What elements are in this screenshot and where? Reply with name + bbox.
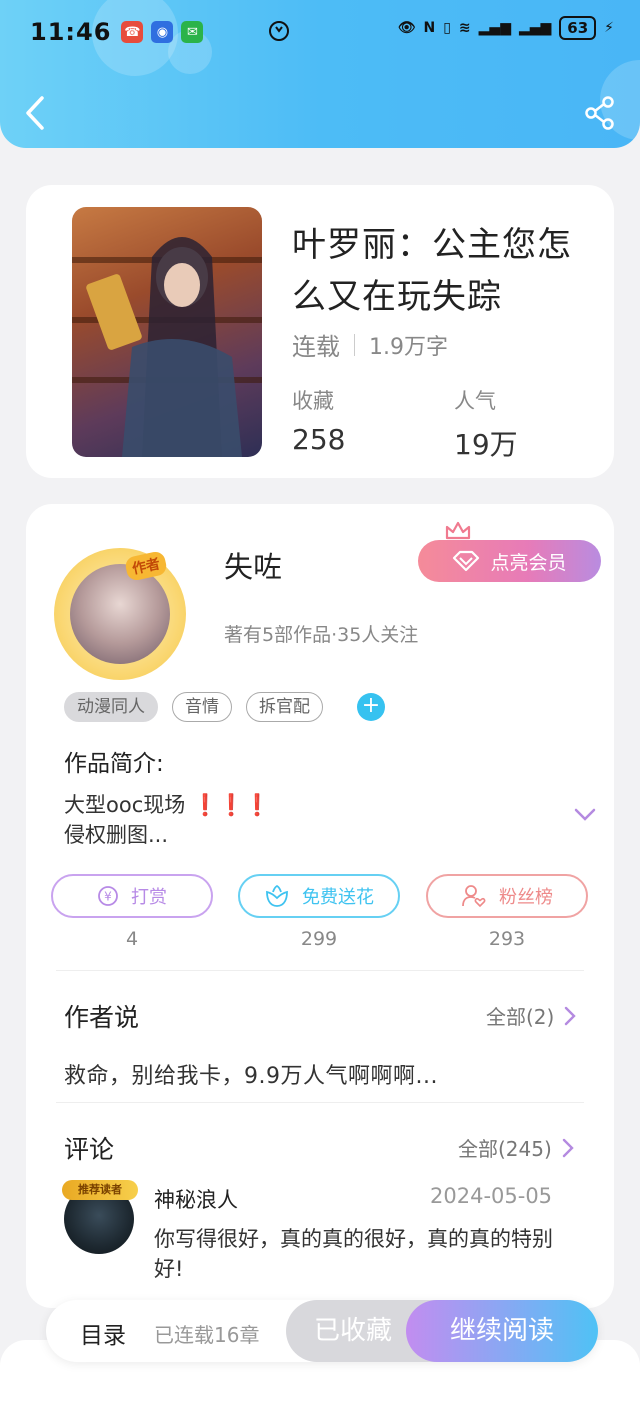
status-icons: 👁 N ▯ ≋ ▂▄▆ ▂▄▆ 63 ⚡ bbox=[398, 16, 614, 40]
exclamation-marks: ❗❗❗ bbox=[191, 793, 271, 817]
fans-rank-label: 粉丝榜 bbox=[499, 887, 553, 908]
book-title: 叶罗丽：公主您怎么又在玩失踪 bbox=[292, 225, 572, 317]
chevron-down-icon[interactable] bbox=[574, 808, 596, 822]
author-says-title: 作者说 bbox=[64, 1003, 140, 1032]
book-meta: 连载 1.9万字 bbox=[292, 327, 448, 362]
signal-4g-icon: ▂▄▆ bbox=[518, 20, 552, 36]
user-heart-icon bbox=[462, 885, 486, 908]
wifi-icon: ≋ bbox=[458, 20, 471, 36]
intro-text[interactable]: 大型ooc现场 ❗❗❗ 侵权删图... bbox=[64, 790, 270, 850]
intro-line-2: 侵权删图... bbox=[64, 823, 169, 847]
signal-4g-icon: ▂▄▆ bbox=[478, 20, 511, 36]
popularity-label: 人气 bbox=[454, 389, 496, 413]
tag-list: 动漫同人 音情 拆官配 + bbox=[64, 692, 385, 722]
status-time: 11:46 bbox=[30, 18, 112, 46]
coin-icon: ¥ bbox=[98, 886, 118, 906]
comments-more-link[interactable]: 全部(245) bbox=[458, 1133, 574, 1162]
popularity-count: 19万 bbox=[454, 428, 518, 461]
continue-reading-button[interactable]: 继续阅读 bbox=[406, 1300, 598, 1362]
vibrate-icon: ▯ bbox=[443, 20, 451, 36]
cover-figure bbox=[86, 237, 242, 457]
diamond-icon bbox=[453, 550, 480, 572]
chevron-right-icon bbox=[565, 1006, 577, 1025]
add-tag-icon[interactable]: + bbox=[357, 693, 385, 721]
author-says-more-label: 全部(2) bbox=[486, 1005, 555, 1029]
author-detail-card: 作者 失咗 著有5部作品·35人关注 点亮会员 动漫同人 音情 拆官配 + 作品… bbox=[26, 504, 614, 1308]
commenter-name[interactable]: 神秘浪人 bbox=[154, 1184, 238, 1214]
author-info: 著有5部作品·35人关注 bbox=[224, 624, 419, 646]
tag-item[interactable]: 动漫同人 bbox=[64, 692, 158, 722]
comments-more-label: 全部(245) bbox=[458, 1137, 552, 1161]
author-says-text[interactable]: 救命，别给我卡，9.9万人气啊啊啊... bbox=[64, 1058, 438, 1090]
notification-icons: ☎ ◉ ✉ bbox=[121, 21, 204, 43]
comments-title: 评论 bbox=[64, 1135, 115, 1164]
charging-icon: ⚡ bbox=[604, 20, 614, 36]
eye-icon: 👁 bbox=[397, 20, 416, 36]
intro-title: 作品简介: bbox=[64, 751, 164, 777]
author-badge: 作者 bbox=[123, 550, 169, 582]
toc-button[interactable]: 目录 bbox=[80, 1316, 126, 1350]
app-notification-icon: ◉ bbox=[151, 21, 174, 43]
data-saver-icon bbox=[269, 21, 289, 41]
collect-label: 收藏 bbox=[292, 389, 334, 413]
divider bbox=[56, 970, 584, 971]
commenter-badge: 推荐读者 bbox=[62, 1180, 138, 1200]
flower-count: 299 bbox=[300, 928, 338, 950]
status-bar: 11:46 ☎ ◉ ✉ 👁 N ▯ ≋ ▂▄▆ ▂▄▆ 63 ⚡ bbox=[0, 0, 640, 64]
divider bbox=[56, 1102, 584, 1103]
serial-status: 已连载16章 bbox=[154, 1323, 260, 1347]
flower-icon bbox=[266, 884, 288, 907]
battery-icon: 63 bbox=[559, 16, 597, 40]
book-info-card: 叶罗丽：公主您怎么又在玩失踪 连载 1.9万字 收藏 258 人气 19万 bbox=[26, 185, 614, 478]
author-says-more-link[interactable]: 全部(2) bbox=[486, 1001, 577, 1030]
word-count: 1.9万字 bbox=[369, 334, 448, 360]
chevron-right-icon bbox=[562, 1138, 574, 1157]
wechat-icon: ✉ bbox=[181, 21, 204, 43]
intro-line-1: 大型ooc现场 bbox=[64, 793, 186, 817]
nfc-icon: N bbox=[423, 20, 436, 36]
meta-divider bbox=[354, 333, 355, 356]
reward-button[interactable]: ¥ 打赏 bbox=[51, 874, 213, 918]
tag-item[interactable]: 音情 bbox=[172, 692, 232, 722]
reward-label: 打赏 bbox=[131, 887, 167, 908]
bottom-action-bar: 目录 已连载16章 已收藏 继续阅读 bbox=[46, 1300, 598, 1362]
reward-count: 4 bbox=[125, 928, 139, 950]
header: 11:46 ☎ ◉ ✉ 👁 N ▯ ≋ ▂▄▆ ▂▄▆ 63 ⚡ bbox=[0, 0, 640, 148]
back-icon[interactable] bbox=[20, 94, 52, 132]
send-flower-label: 免费送花 bbox=[302, 887, 374, 908]
phone-missed-icon: ☎ bbox=[121, 21, 144, 43]
author-name[interactable]: 失咗 bbox=[224, 544, 282, 586]
send-flower-button[interactable]: 免费送花 bbox=[238, 874, 400, 918]
tag-item[interactable]: 拆官配 bbox=[246, 692, 323, 722]
vip-button[interactable]: 点亮会员 bbox=[418, 540, 601, 582]
comment-date: 2024-05-05 bbox=[430, 1184, 553, 1208]
fans-count: 293 bbox=[488, 928, 526, 950]
book-cover[interactable] bbox=[72, 207, 262, 457]
author-avatar bbox=[70, 564, 170, 664]
svg-text:¥: ¥ bbox=[104, 890, 112, 904]
crown-icon bbox=[445, 521, 471, 540]
share-icon[interactable] bbox=[584, 96, 616, 130]
comment-text[interactable]: 你写得很好，真的真的很好，真的真的特别好! bbox=[154, 1224, 574, 1284]
fans-rank-button[interactable]: 粉丝榜 bbox=[426, 874, 588, 918]
author-avatar-frame[interactable]: 作者 bbox=[54, 548, 186, 680]
collect-count: 258 bbox=[292, 423, 346, 456]
vip-button-label: 点亮会员 bbox=[490, 551, 567, 574]
book-status: 连载 bbox=[292, 333, 340, 361]
